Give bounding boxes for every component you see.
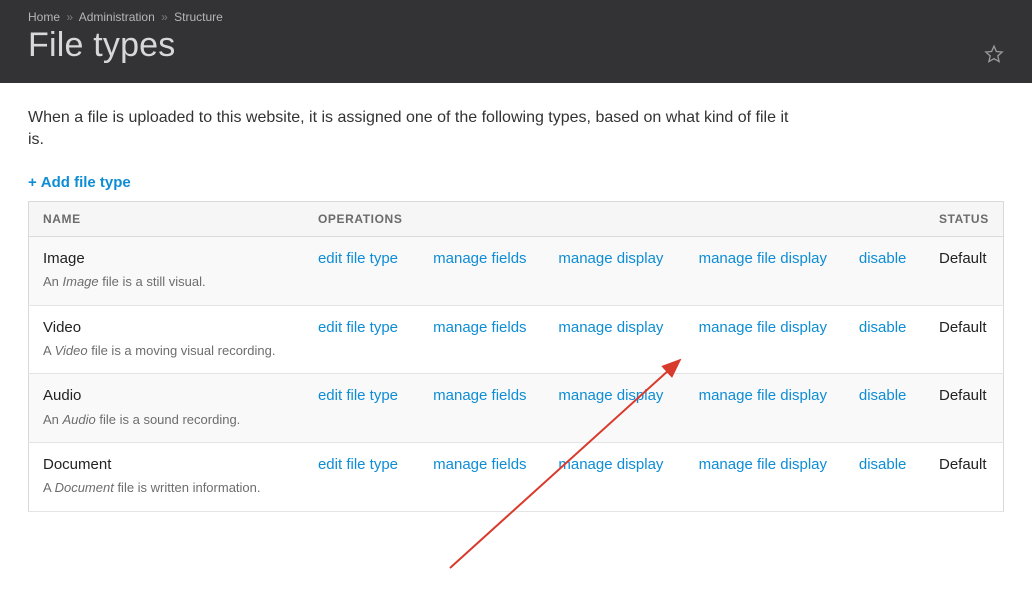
- file-type-name: Document: [43, 455, 290, 475]
- manage-file-display-link[interactable]: manage file display: [699, 318, 827, 338]
- manage-display-link[interactable]: manage display: [558, 386, 663, 406]
- col-header-name: NAME: [29, 201, 304, 236]
- breadcrumb-sep: »: [161, 10, 168, 24]
- file-type-name: Audio: [43, 386, 290, 406]
- manage-display-link[interactable]: manage display: [558, 318, 663, 338]
- breadcrumb: Home » Administration » Structure: [28, 10, 1004, 24]
- file-type-desc: An Image file is a still visual.: [43, 273, 290, 291]
- add-file-type-label: Add file type: [41, 174, 131, 191]
- status-cell: Default: [925, 374, 1004, 443]
- disable-link[interactable]: disable: [859, 386, 907, 406]
- intro-text: When a file is uploaded to this website,…: [28, 107, 808, 152]
- file-type-name: Video: [43, 318, 290, 338]
- plus-icon: +: [28, 174, 37, 191]
- table-row: Audio An Audio file is a sound recording…: [29, 374, 1004, 443]
- page-title: File types: [28, 26, 1004, 65]
- table-row: Document A Document file is written info…: [29, 443, 1004, 512]
- manage-file-display-link[interactable]: manage file display: [699, 249, 827, 269]
- breadcrumb-link-structure[interactable]: Structure: [174, 10, 223, 24]
- file-type-name: Image: [43, 249, 290, 269]
- table-row: Video A Video file is a moving visual re…: [29, 305, 1004, 374]
- manage-fields-link[interactable]: manage fields: [433, 249, 526, 269]
- manage-fields-link[interactable]: manage fields: [433, 455, 526, 475]
- manage-display-link[interactable]: manage display: [558, 455, 663, 475]
- table-row: Image An Image file is a still visual. e…: [29, 236, 1004, 305]
- disable-link[interactable]: disable: [859, 318, 907, 338]
- breadcrumb-link-home[interactable]: Home: [28, 10, 60, 24]
- status-cell: Default: [925, 236, 1004, 305]
- manage-display-link[interactable]: manage display: [558, 249, 663, 269]
- manage-fields-link[interactable]: manage fields: [433, 386, 526, 406]
- col-header-operations: OPERATIONS: [304, 201, 925, 236]
- add-file-type-link[interactable]: + Add file type: [28, 174, 131, 191]
- star-icon[interactable]: [984, 44, 1004, 64]
- status-cell: Default: [925, 305, 1004, 374]
- edit-file-type-link[interactable]: edit file type: [318, 318, 398, 338]
- file-type-desc: A Video file is a moving visual recordin…: [43, 342, 290, 360]
- disable-link[interactable]: disable: [859, 249, 907, 269]
- breadcrumb-sep: »: [66, 10, 73, 24]
- col-header-status: STATUS: [925, 201, 1004, 236]
- content: When a file is uploaded to this website,…: [0, 83, 1032, 542]
- file-type-desc: A Document file is written information.: [43, 479, 290, 497]
- edit-file-type-link[interactable]: edit file type: [318, 386, 398, 406]
- status-cell: Default: [925, 443, 1004, 512]
- breadcrumb-link-administration[interactable]: Administration: [79, 10, 155, 24]
- edit-file-type-link[interactable]: edit file type: [318, 455, 398, 475]
- manage-file-display-link[interactable]: manage file display: [699, 386, 827, 406]
- manage-file-display-link[interactable]: manage file display: [699, 455, 827, 475]
- page-header: Home » Administration » Structure File t…: [0, 0, 1032, 83]
- file-types-table: NAME OPERATIONS STATUS Image An Image fi…: [28, 201, 1004, 512]
- manage-fields-link[interactable]: manage fields: [433, 318, 526, 338]
- edit-file-type-link[interactable]: edit file type: [318, 249, 398, 269]
- disable-link[interactable]: disable: [859, 455, 907, 475]
- file-type-desc: An Audio file is a sound recording.: [43, 411, 290, 429]
